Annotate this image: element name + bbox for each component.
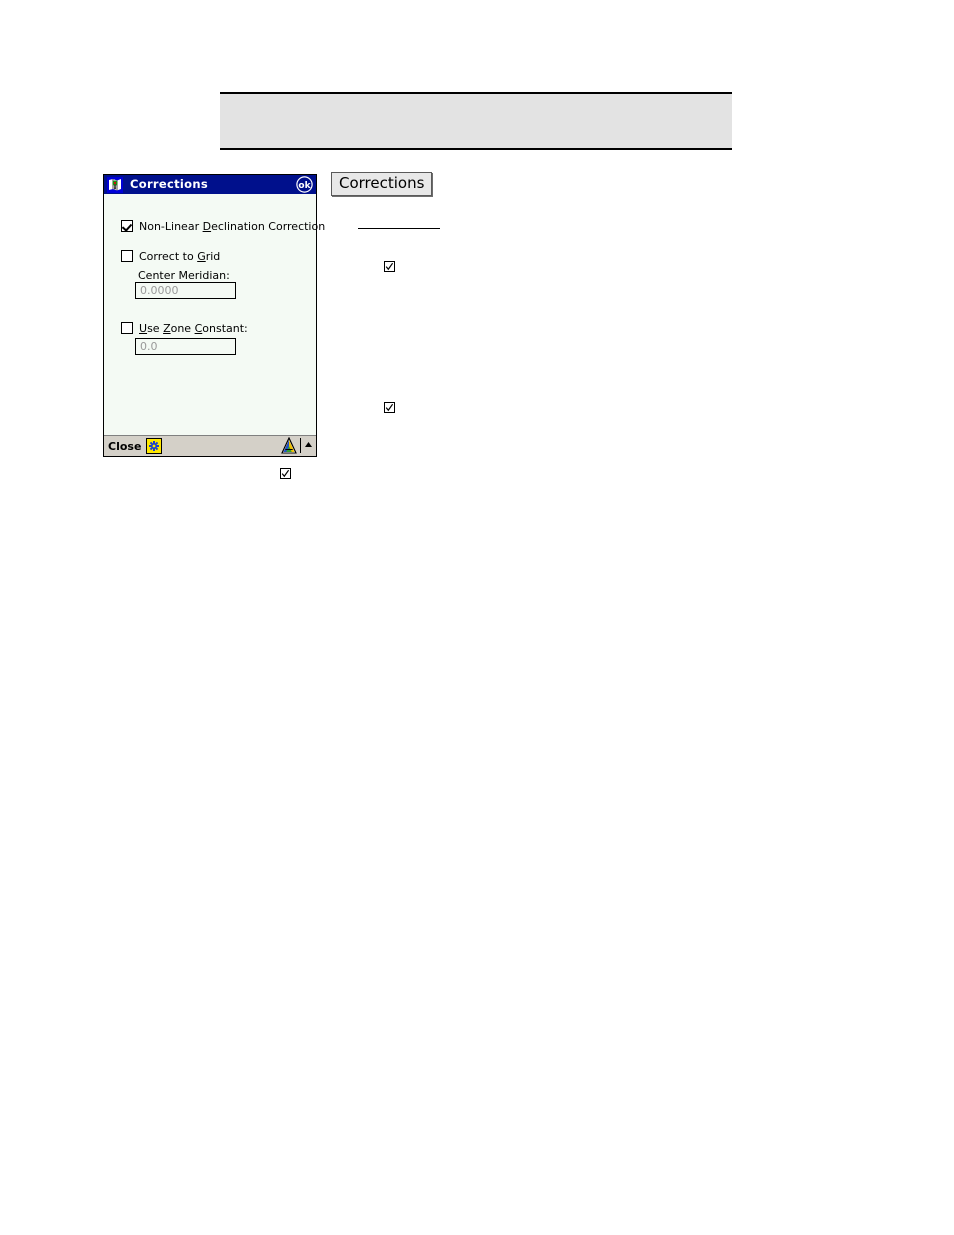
dialog-titlebar: Corrections ok bbox=[104, 175, 316, 194]
checkbox-label: Non-Linear Declination Correction bbox=[139, 221, 325, 232]
label-part-3: onstant: bbox=[202, 321, 248, 335]
checkbox-label: Correct to Grid bbox=[139, 251, 220, 262]
label-accelerator: D bbox=[202, 219, 212, 233]
zone-constant-input[interactable]: 0.0 bbox=[135, 338, 236, 355]
label-part-post: rid bbox=[205, 249, 221, 263]
input-panel-chevron-up-icon[interactable] bbox=[304, 437, 313, 454]
center-meridian-label: Center Meridian: bbox=[138, 269, 230, 282]
checkbox-correct-to-grid[interactable]: Correct to Grid bbox=[121, 250, 220, 262]
horizontal-divider bbox=[358, 228, 440, 229]
close-button[interactable]: Close bbox=[108, 441, 141, 452]
label-accelerator-z: Z bbox=[163, 321, 171, 335]
checked-box-glyph-3 bbox=[280, 468, 291, 479]
label-accelerator: G bbox=[197, 249, 206, 263]
statusbar-divider bbox=[300, 438, 301, 453]
checkbox-box-icon[interactable] bbox=[121, 220, 133, 232]
checkbox-non-linear-declination-correction[interactable]: Non-Linear Declination Correction bbox=[121, 220, 325, 232]
center-meridian-input[interactable]: 0.0000 bbox=[135, 282, 236, 299]
corrections-heading-box: Corrections bbox=[331, 172, 433, 197]
checkbox-label: Use Zone Constant: bbox=[139, 323, 248, 334]
label-part-pre: Non-Linear bbox=[139, 219, 203, 233]
new-item-star-button[interactable] bbox=[146, 438, 163, 454]
label-part-pre: Correct to bbox=[139, 249, 198, 263]
map-application-icon bbox=[107, 176, 123, 193]
checked-box-glyph-1 bbox=[384, 261, 395, 272]
ok-button[interactable]: ok bbox=[296, 176, 313, 193]
dialog-statusbar: Close bbox=[104, 435, 316, 456]
checkbox-use-zone-constant[interactable]: Use Zone Constant: bbox=[121, 322, 248, 334]
checkbox-box-icon[interactable] bbox=[121, 250, 133, 262]
label-part-1: se bbox=[147, 321, 164, 335]
dialog-body: Non-Linear Declination Correction Correc… bbox=[104, 194, 325, 435]
input-panel-icon[interactable] bbox=[281, 437, 297, 454]
svg-text:ok: ok bbox=[298, 181, 311, 191]
checkbox-box-icon[interactable] bbox=[121, 322, 133, 334]
label-part-2: one bbox=[170, 321, 195, 335]
label-part-post: eclination Correction bbox=[211, 219, 326, 233]
corrections-dialog: Corrections ok Non-Linear Declination Co… bbox=[103, 174, 325, 457]
statusbar-right-group bbox=[281, 437, 313, 454]
checked-box-glyph-2 bbox=[384, 402, 395, 413]
empty-callout-banner bbox=[220, 92, 732, 150]
label-accelerator-u: U bbox=[139, 321, 148, 335]
dialog-title: Corrections bbox=[130, 176, 208, 191]
